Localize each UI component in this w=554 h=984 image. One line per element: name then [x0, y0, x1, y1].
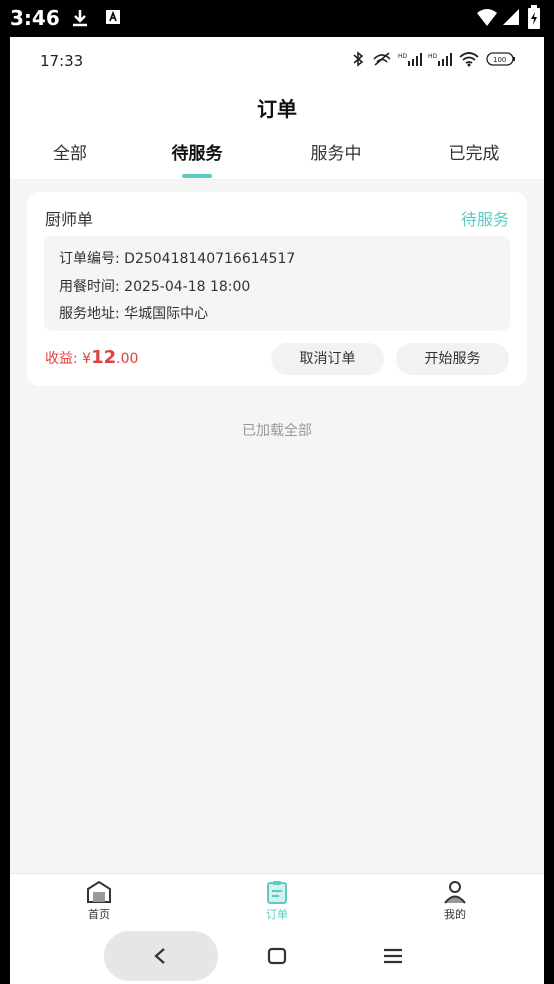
order-info-box: 订单编号: D250418140716614517 用餐时间: 2025-04-… — [44, 236, 510, 331]
list-end-text: 已加载全部 — [242, 423, 312, 439]
bottom-nav: 首页 订单 我的 — [10, 873, 544, 931]
tab-completed[interactable]: 已完成 — [424, 139, 524, 164]
battery-level: 100 — [493, 56, 506, 64]
network-speed-icon — [373, 52, 391, 66]
earnings-label: 收益: — [45, 351, 78, 367]
battery-icon — [528, 5, 540, 29]
user-icon — [444, 881, 466, 904]
dining-time-row: 用餐时间: 2025-04-18 18:00 — [59, 276, 250, 296]
start-service-button[interactable]: 开始服务 — [396, 343, 509, 375]
nav-header: 订单 — [10, 85, 544, 129]
svg-text:HD: HD — [398, 53, 408, 60]
battery-status-icon: 100 — [486, 52, 515, 66]
order-type: 厨师单 — [45, 210, 94, 229]
back-arrow-icon — [154, 948, 165, 964]
order-number-label: 订单编号: — [59, 251, 120, 267]
service-address-label: 服务地址: — [59, 306, 120, 322]
status-time: 17:33 — [40, 52, 84, 70]
inner-status-bar: 17:33 HD HD 100 — [10, 37, 544, 85]
dining-time-value: 2025-04-18 18:00 — [124, 279, 251, 295]
back-button[interactable] — [104, 931, 218, 981]
menu-icon[interactable] — [382, 947, 404, 965]
order-card[interactable]: 厨师单 待服务 订单编号: D250418140716614517 用餐时间: … — [27, 192, 527, 386]
nav-home-label: 首页 — [88, 908, 110, 921]
download-icon — [73, 10, 87, 27]
tab-pending[interactable]: 待服务 — [147, 139, 247, 164]
order-number-value: D250418140716614517 — [124, 251, 296, 267]
tab-all[interactable]: 全部 — [20, 139, 120, 164]
status-icons: HD HD 100 — [350, 51, 516, 67]
order-status-badge: 待服务 — [460, 210, 509, 229]
cell-signal-icon — [503, 9, 519, 25]
order-tabs: 全部 待服务 服务中 已完成 — [10, 129, 544, 179]
cancel-order-button[interactable]: 取消订单 — [271, 343, 384, 375]
nav-orders[interactable]: 订单 — [237, 880, 317, 922]
hd-signal-icon: HD — [398, 53, 422, 66]
home-icon — [87, 880, 111, 903]
home-square-icon[interactable] — [267, 947, 287, 965]
wifi-icon — [477, 9, 497, 26]
tab-in-service[interactable]: 服务中 — [286, 139, 386, 164]
svg-text:HD: HD — [428, 53, 438, 60]
device-status-bar: 3:46 — [0, 0, 554, 37]
nav-orders-label: 订单 — [266, 908, 288, 921]
hd-signal-icon-2: HD — [428, 53, 452, 66]
device-time: 3:46 — [10, 6, 60, 30]
wifi-status-icon — [459, 52, 479, 67]
system-nav-bar — [10, 931, 544, 984]
earnings-currency: ¥ — [82, 351, 92, 367]
app-screen: 17:33 HD HD 100 订单 全部 待服务 服务中 已完成 厨师单 待服… — [10, 37, 544, 984]
service-address-row: 服务地址: 华城国际中心 — [59, 303, 208, 323]
app-notification-icon — [106, 10, 120, 24]
nav-mine-label: 我的 — [444, 908, 466, 921]
nav-mine[interactable]: 我的 — [415, 880, 495, 922]
bluetooth-icon — [353, 51, 364, 67]
service-address-value: 华城国际中心 — [124, 306, 209, 322]
active-tab-indicator — [182, 174, 212, 178]
dining-time-label: 用餐时间: — [59, 279, 120, 295]
order-number-row: 订单编号: D250418140716614517 — [59, 248, 295, 268]
earnings: 收益: ¥12.00 — [45, 347, 138, 368]
earnings-int: 12 — [91, 347, 117, 368]
page-title: 订单 — [257, 97, 297, 121]
clipboard-icon — [267, 881, 287, 904]
nav-home[interactable]: 首页 — [59, 880, 139, 922]
earnings-dec: .00 — [116, 351, 139, 367]
